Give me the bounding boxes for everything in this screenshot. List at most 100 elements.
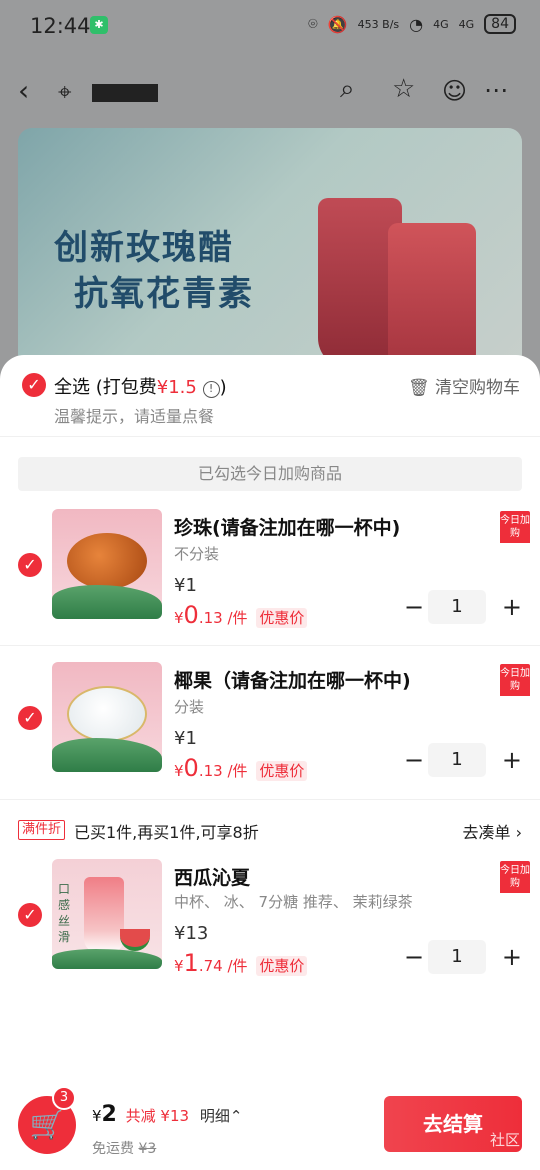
more-icon[interactable]: ⋯ <box>484 76 508 104</box>
checkout-bar: 🛒 3 ¥2 共减 ¥13 明细⌃ 免运费 ¥3 去结算 社区 <box>0 1084 540 1170</box>
quantity-value[interactable]: 1 <box>428 590 486 624</box>
promo-tag: 满件折 <box>18 820 66 840</box>
sale-dec: .74 <box>198 957 223 975</box>
plus-button[interactable]: + <box>502 590 522 624</box>
clear-cart-label: 清空购物车 <box>435 378 520 398</box>
sale-unit: /件 <box>227 957 248 975</box>
discount-amount: 共减 ¥13 <box>125 1107 190 1125</box>
quantity-stepper: − 1 + <box>404 743 522 777</box>
item-spec: 不分装 <box>174 545 220 563</box>
sale-int: 0 <box>183 754 199 782</box>
status-bar: 12:44 ✱ ⌾ 🔕 453 B/s ◔ 4G 4G 84 <box>0 0 540 52</box>
item-sale-price: ¥1.74 /件 优惠价 <box>174 949 308 977</box>
chat-icon[interactable]: ☺ <box>442 77 467 105</box>
price-detail-toggle[interactable]: 明细⌃ <box>200 1107 243 1125</box>
select-all-checkbox[interactable]: ✓ <box>22 373 46 397</box>
drink-cup-image <box>388 223 476 368</box>
item-checkbox[interactable]: ✓ <box>18 553 42 577</box>
minus-button[interactable]: − <box>404 743 424 777</box>
packing-fee-prefix: (打包费 <box>95 377 157 398</box>
item-spec: 分装 <box>174 698 205 716</box>
item-thumbnail[interactable]: 口感丝滑 <box>52 859 162 969</box>
total-amount: 2 <box>101 1102 117 1127</box>
freight-info: 免运费 ¥3 <box>92 1138 156 1158</box>
pearls-bowl-image <box>67 533 147 589</box>
item-original-price: ¥1 <box>174 575 197 596</box>
cart-icon: 🛒 <box>29 1108 65 1141</box>
item-checkbox[interactable]: ✓ <box>18 706 42 730</box>
status-icons: ⌾ 🔕 453 B/s ◔ 4G 4G 84 <box>308 14 516 34</box>
network-speed: 453 B/s <box>357 17 400 31</box>
plus-button[interactable]: + <box>502 940 522 974</box>
app-notification-icon: ✱ <box>90 16 108 34</box>
watermelon-slice-image <box>120 929 150 951</box>
cart-count-badge: 3 <box>52 1086 76 1110</box>
promo-row: 满件折 已买1件,再买1件,可享8折 去凑单 › <box>0 813 540 847</box>
select-all-text: 全选 <box>54 377 90 398</box>
banner-line2: 抗氧花青素 <box>74 274 254 314</box>
status-time: 12:44 <box>30 14 91 38</box>
packing-fee-suffix: ) <box>219 377 227 398</box>
cart-item: ✓ 口感丝滑 西瓜沁夏 中杯、 冰、 7分糖 推荐、 茉莉绿茶 ¥13 ¥1.7… <box>0 857 540 997</box>
back-icon[interactable]: ‹ <box>18 74 29 107</box>
item-sale-price: ¥0.13 /件 优惠价 <box>174 754 308 782</box>
sale-tag: 优惠价 <box>256 608 308 628</box>
battery-level: 84 <box>484 14 516 34</box>
sale-currency: ¥ <box>174 762 184 780</box>
sale-int: 0 <box>183 601 199 629</box>
minus-button[interactable]: − <box>404 590 424 624</box>
sale-tag: 优惠价 <box>256 761 308 781</box>
cart-item: ✓ 珍珠(请备注加在哪一杯中) 不分装 ¥1 ¥0.13 /件 优惠价 − 1 … <box>0 507 540 647</box>
search-icon[interactable]: ⌕ <box>340 74 355 105</box>
freight-original: ¥3 <box>138 1141 157 1157</box>
cart-sheet: ✓ 全选 (打包费¥1.5 !) 温馨提示，请适量点餐 🗑 清空购物车 已勾选今… <box>0 355 540 1170</box>
page: 12:44 ✱ ⌾ 🔕 453 B/s ◔ 4G 4G 84 ‹ ⌖ ⌕ ☆ ☺… <box>0 0 540 1170</box>
item-checkbox[interactable]: ✓ <box>18 903 42 927</box>
trash-icon: 🗑 <box>408 378 430 398</box>
redacted-store-name <box>92 84 158 102</box>
grass-decoration <box>52 738 162 772</box>
item-name: 西瓜沁夏 <box>174 867 251 889</box>
today-added-badge: 今日加购 <box>500 511 530 543</box>
wifi-icon: ◔ <box>409 14 424 34</box>
promo-banner[interactable]: 创新玫瑰醋 抗氧花青素 <box>18 128 522 368</box>
sale-int: 1 <box>183 949 199 977</box>
plus-button[interactable]: + <box>502 743 522 777</box>
quantity-value[interactable]: 1 <box>428 940 486 974</box>
item-spec: 中杯、 冰、 7分糖 推荐、 茉莉绿茶 <box>174 893 413 911</box>
add-more-link[interactable]: 去凑单 › <box>463 819 523 843</box>
item-thumbnail[interactable] <box>52 662 162 772</box>
added-today-label: 已勾选今日加购商品 <box>18 457 522 491</box>
select-all-label[interactable]: 全选 (打包费¥1.5 !) <box>54 373 227 399</box>
thumb-caption: 口感丝滑 <box>58 882 71 944</box>
minus-button[interactable]: − <box>404 940 424 974</box>
store-nav: ‹ ⌖ ⌕ ☆ ☺ ⋯ <box>0 64 540 120</box>
sale-dec: .13 <box>198 609 223 627</box>
total-currency: ¥ <box>92 1107 102 1125</box>
today-added-badge: 今日加购 <box>500 664 530 696</box>
grass-decoration <box>52 949 162 969</box>
grass-decoration <box>52 585 162 619</box>
info-icon[interactable]: ! <box>202 381 220 398</box>
sale-currency: ¥ <box>174 609 184 627</box>
signal-4g-1: 4G <box>433 17 449 31</box>
quantity-value[interactable]: 1 <box>428 743 486 777</box>
sale-currency: ¥ <box>174 957 184 975</box>
divider <box>0 799 540 800</box>
item-original-price: ¥1 <box>174 728 197 749</box>
item-thumbnail[interactable] <box>52 509 162 619</box>
quantity-stepper: − 1 + <box>404 590 522 624</box>
freight-label: 免运费 <box>92 1141 134 1157</box>
star-icon[interactable]: ☆ <box>392 74 415 104</box>
location-icon: ⌾ <box>308 14 318 33</box>
total-price: ¥2 共减 ¥13 明细⌃ <box>92 1102 242 1127</box>
quantity-stepper: − 1 + <box>404 940 522 974</box>
signal-4g-2: 4G <box>458 17 475 31</box>
item-sale-price: ¥0.13 /件 优惠价 <box>174 601 308 629</box>
sale-tag: 优惠价 <box>256 956 308 976</box>
sale-dec: .13 <box>198 762 223 780</box>
clear-cart-button[interactable]: 🗑 清空购物车 <box>408 373 520 398</box>
cart-header: ✓ 全选 (打包费¥1.5 !) 温馨提示，请适量点餐 🗑 清空购物车 <box>0 355 540 437</box>
tip-text: 温馨提示，请适量点餐 <box>54 407 215 426</box>
item-original-price: ¥13 <box>174 923 209 944</box>
